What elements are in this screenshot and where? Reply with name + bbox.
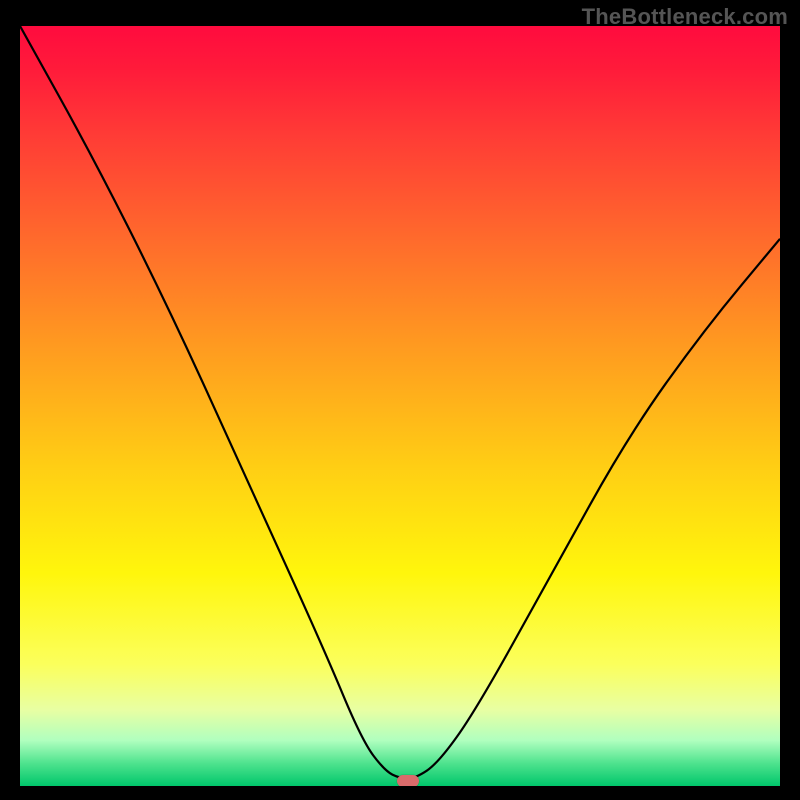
plot-area xyxy=(20,26,780,786)
watermark-text: TheBottleneck.com xyxy=(582,4,788,30)
chart-stage: TheBottleneck.com xyxy=(0,0,800,800)
bottleneck-curve-path xyxy=(20,26,780,778)
bottleneck-curve xyxy=(20,26,780,786)
optimal-point-marker xyxy=(397,775,419,786)
